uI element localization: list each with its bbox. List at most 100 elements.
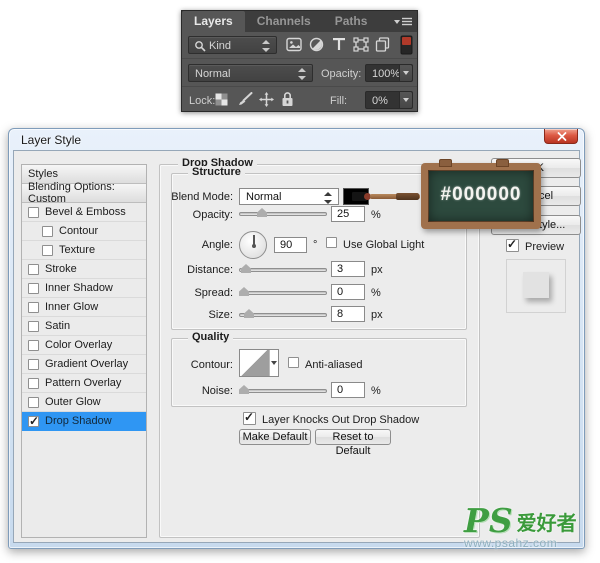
blend-mode-value: Normal xyxy=(195,68,230,80)
shadow-blend-mode-value: Normal xyxy=(246,191,281,203)
checkbox[interactable] xyxy=(28,264,39,275)
dialog-content: Styles Blending Options: Custom Bevel & … xyxy=(13,150,580,543)
opacity-field[interactable]: 100% xyxy=(365,64,413,82)
size-label: Size: xyxy=(151,309,233,321)
layers-filter-row: Kind xyxy=(182,32,417,58)
list-item-inner-glow[interactable]: Inner Glow xyxy=(22,298,146,317)
close-button[interactable] xyxy=(544,129,578,144)
list-item-label: Contour xyxy=(59,225,98,237)
list-item-outer-glow[interactable]: Outer Glow xyxy=(22,393,146,412)
use-global-light-label: Use Global Light xyxy=(343,239,424,251)
spread-unit: % xyxy=(371,287,381,299)
spread-slider[interactable] xyxy=(239,291,327,295)
checkbox[interactable] xyxy=(28,302,39,313)
list-item-stroke[interactable]: Stroke xyxy=(22,260,146,279)
list-item-bevel-emboss[interactable]: Bevel & Emboss xyxy=(22,203,146,222)
quality-legend: Quality xyxy=(188,331,233,343)
angle-dial[interactable] xyxy=(239,231,267,259)
tab-channels[interactable]: Channels xyxy=(245,11,323,32)
noise-slider[interactable] xyxy=(239,389,327,393)
checkbox[interactable] xyxy=(28,283,39,294)
checkbox-checked[interactable] xyxy=(28,416,39,427)
checkbox[interactable] xyxy=(42,245,53,256)
contour-picker[interactable] xyxy=(239,349,279,377)
watermark-url: www.psahz.com xyxy=(464,536,598,550)
angle-label: Angle: xyxy=(151,239,233,251)
make-default-button[interactable]: Make Default xyxy=(239,429,311,445)
chalkboard-color-callout: #000000 xyxy=(421,163,541,229)
distance-slider[interactable] xyxy=(239,268,327,272)
preview-shadow-square xyxy=(523,272,549,298)
checkbox[interactable] xyxy=(42,226,53,237)
list-item-label: Texture xyxy=(59,244,95,256)
filter-pixel-layers-icon[interactable] xyxy=(286,37,302,53)
brush-grip-band xyxy=(396,193,419,200)
shadow-blend-mode-dropdown[interactable]: Normal xyxy=(239,188,339,205)
list-item-label: Color Overlay xyxy=(45,339,112,351)
noise-unit: % xyxy=(371,385,381,397)
checkbox[interactable] xyxy=(28,397,39,408)
filter-kind-label: Kind xyxy=(209,40,231,52)
angle-input[interactable] xyxy=(274,237,307,253)
preview-checkbox[interactable] xyxy=(506,239,519,252)
list-item-contour[interactable]: Contour xyxy=(22,222,146,241)
layer-knocks-out-checkbox[interactable] xyxy=(243,412,256,425)
layers-blend-row: Normal Opacity: 100% xyxy=(182,58,417,86)
lock-all-icon[interactable] xyxy=(281,91,297,107)
opacity-label: Opacity: xyxy=(321,68,361,80)
watermark-logo: PS xyxy=(464,506,513,536)
contour-thumbnail xyxy=(240,350,270,376)
opacity-slider[interactable] xyxy=(239,212,327,216)
opacity-dropdown-arrow[interactable] xyxy=(399,65,412,81)
angle-unit: ° xyxy=(313,239,317,251)
filter-adjustment-layers-icon[interactable] xyxy=(309,37,325,53)
layers-lock-row: Lock: Fill: 0% xyxy=(182,86,417,113)
filter-smart-object-icon[interactable] xyxy=(375,37,391,53)
checkbox[interactable] xyxy=(28,378,39,389)
checkbox[interactable] xyxy=(28,321,39,332)
filter-type-layers-icon[interactable] xyxy=(332,37,348,53)
lock-position-icon[interactable] xyxy=(259,92,275,108)
chevron-down-icon xyxy=(271,361,277,365)
list-item-inner-shadow[interactable]: Inner Shadow xyxy=(22,279,146,298)
filter-kind-dropdown[interactable]: Kind xyxy=(188,36,277,54)
list-item-label: Outer Glow xyxy=(45,396,101,408)
fill-field[interactable]: 0% xyxy=(365,91,413,109)
tab-layers[interactable]: Layers xyxy=(182,11,245,32)
checkbox[interactable] xyxy=(28,359,39,370)
panel-menu-icon[interactable] xyxy=(394,17,412,27)
list-item-texture[interactable]: Texture xyxy=(22,241,146,260)
list-item-blending-options[interactable]: Blending Options: Custom xyxy=(22,184,146,203)
spread-input[interactable] xyxy=(331,284,365,300)
shadow-opacity-label: Opacity: xyxy=(151,209,233,221)
list-item-label: Satin xyxy=(45,320,70,332)
structure-legend: Structure xyxy=(188,166,245,178)
layers-panel-tabbar: Layers Channels Paths xyxy=(182,11,417,32)
list-item-color-overlay[interactable]: Color Overlay xyxy=(22,336,146,355)
list-item-pattern-overlay[interactable]: Pattern Overlay xyxy=(22,374,146,393)
filter-shape-layers-icon[interactable] xyxy=(353,37,369,53)
reset-to-default-button[interactable]: Reset to Default xyxy=(315,429,391,445)
angle-center-dot xyxy=(252,244,256,248)
layer-knocks-out-label: Layer Knocks Out Drop Shadow xyxy=(262,414,419,426)
preview-label: Preview xyxy=(525,241,564,253)
distance-input[interactable] xyxy=(331,261,365,277)
use-global-light-checkbox[interactable] xyxy=(326,237,337,248)
filter-toggle-switch[interactable] xyxy=(400,35,413,55)
lock-paint-brush-icon[interactable] xyxy=(237,92,253,108)
lock-transparency-icon[interactable] xyxy=(215,93,231,109)
list-item-drop-shadow[interactable]: Drop Shadow xyxy=(22,412,146,431)
list-item-satin[interactable]: Satin xyxy=(22,317,146,336)
noise-input[interactable] xyxy=(331,382,365,398)
tab-paths[interactable]: Paths xyxy=(323,11,380,32)
blend-mode-dropdown[interactable]: Normal xyxy=(188,64,313,82)
anti-aliased-checkbox[interactable] xyxy=(288,357,299,368)
checkbox[interactable] xyxy=(28,340,39,351)
checkbox[interactable] xyxy=(28,207,39,218)
size-input[interactable] xyxy=(331,306,365,322)
shadow-opacity-input[interactable] xyxy=(331,206,365,222)
fill-dropdown-arrow[interactable] xyxy=(399,92,412,108)
list-item-gradient-overlay[interactable]: Gradient Overlay xyxy=(22,355,146,374)
opacity-value: 100% xyxy=(372,68,400,80)
size-slider[interactable] xyxy=(239,313,327,317)
